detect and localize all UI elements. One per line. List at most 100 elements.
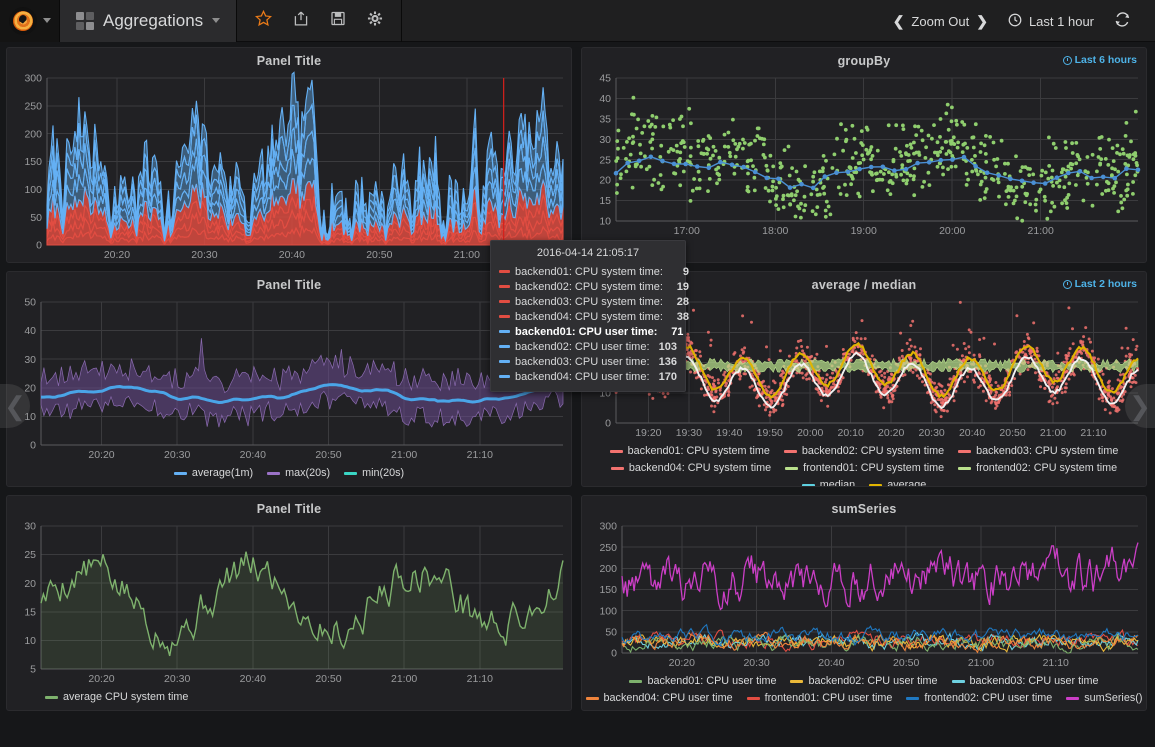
- svg-text:21:00: 21:00: [1040, 427, 1066, 439]
- chevron-right-icon[interactable]: ❯: [976, 13, 988, 30]
- time-controls: ❮ Zoom Out ❯ Last 1 hour: [883, 0, 1145, 42]
- legend-item[interactable]: frontend01: CPU system time: [785, 461, 944, 475]
- panel-groupby[interactable]: groupBy Last 6 hours 101520253035404517:…: [581, 47, 1147, 263]
- caret-down-icon[interactable]: [212, 18, 220, 23]
- dashboard-picker[interactable]: Aggregations: [60, 0, 237, 42]
- legend-label: frontend01: CPU system time: [803, 461, 944, 475]
- svg-text:19:20: 19:20: [635, 427, 661, 439]
- panel-legend[interactable]: average(1m) max(20s) min(20s): [7, 462, 571, 485]
- legend-item[interactable]: backend03: CPU system time: [958, 444, 1118, 458]
- svg-text:0: 0: [36, 240, 42, 252]
- legend-color-swatch: [629, 680, 642, 683]
- panel-average-cpu[interactable]: Panel Title 5101520253020:2020:3020:4020…: [6, 495, 572, 711]
- share-icon[interactable]: [293, 10, 309, 31]
- legend-item[interactable]: backend03: CPU user time: [952, 674, 1099, 688]
- svg-text:50: 50: [605, 626, 617, 638]
- time-range-picker[interactable]: Last 1 hour: [998, 13, 1104, 30]
- graph-tooltip: 2016-04-14 21:05:17 backend01: CPU syste…: [490, 240, 686, 392]
- panel-minmax[interactable]: Panel Title 0102030405020:2020:3020:4020…: [6, 271, 572, 487]
- panel-plot[interactable]: 05010015020025030020:2020:3020:4020:5021…: [582, 518, 1146, 670]
- dashboard-row-1: Panel Title 05010015020025030020:2020:30…: [6, 47, 1149, 263]
- legend-item[interactable]: average CPU system time: [45, 690, 188, 704]
- tooltip-row: backend04: CPU system time:38: [499, 309, 677, 324]
- next-dashboard-arrow[interactable]: ❯: [1125, 384, 1155, 428]
- chevron-left-icon[interactable]: ❮: [893, 13, 905, 30]
- legend-color-swatch: [958, 467, 971, 470]
- refresh-icon[interactable]: [1104, 12, 1145, 30]
- legend-color-swatch: [747, 697, 760, 700]
- legend-item[interactable]: median: [802, 478, 855, 487]
- legend-item[interactable]: frontend01: CPU user time: [747, 691, 893, 705]
- svg-text:17:00: 17:00: [674, 225, 700, 237]
- svg-text:20:20: 20:20: [878, 427, 904, 439]
- clock-icon: [1063, 56, 1072, 65]
- legend-label: backend04: CPU system time: [629, 461, 771, 475]
- dashboard-grid-icon: [76, 12, 94, 30]
- svg-text:100: 100: [599, 605, 617, 617]
- svg-text:20: 20: [599, 175, 611, 187]
- time-range-label: Last 1 hour: [1029, 14, 1094, 29]
- panel-time-override[interactable]: Last 6 hours: [1063, 54, 1137, 66]
- panel-plot[interactable]: 05010015020025030020:2020:3020:4020:5021…: [7, 70, 571, 262]
- panel-title: groupBy: [582, 48, 1146, 70]
- series-value: 136: [651, 356, 677, 368]
- grafana-home-button[interactable]: [0, 0, 60, 42]
- save-icon[interactable]: [330, 10, 346, 31]
- legend-item[interactable]: max(20s): [267, 466, 330, 480]
- legend-item[interactable]: backend01: CPU system time: [610, 444, 770, 458]
- prev-dashboard-arrow[interactable]: ❮: [0, 384, 30, 428]
- legend-item[interactable]: sumSeries(): [1066, 691, 1142, 705]
- legend-item[interactable]: backend04: CPU user time: [586, 691, 733, 705]
- svg-text:5: 5: [30, 664, 36, 676]
- svg-text:20:00: 20:00: [797, 427, 823, 439]
- tooltip-series-list: backend01: CPU system time:9backend02: C…: [499, 264, 677, 384]
- legend-item[interactable]: backend04: CPU system time: [611, 461, 771, 475]
- svg-text:19:00: 19:00: [851, 225, 877, 237]
- legend-item[interactable]: average: [869, 478, 926, 487]
- legend-color-swatch: [802, 484, 815, 487]
- panel-sumseries[interactable]: sumSeries 05010015020025030020:2020:3020…: [581, 495, 1147, 711]
- legend-color-swatch: [1066, 697, 1079, 700]
- svg-text:35: 35: [599, 113, 611, 125]
- legend-label: backend01: CPU system time: [628, 444, 770, 458]
- caret-down-icon[interactable]: [43, 18, 51, 23]
- panel-legend[interactable]: backend01: CPU user time backend02: CPU u…: [582, 670, 1146, 710]
- legend-item[interactable]: backend02: CPU user time: [790, 674, 937, 688]
- svg-text:0: 0: [611, 648, 617, 660]
- panel-time-override[interactable]: Last 2 hours: [1063, 278, 1137, 290]
- svg-text:100: 100: [24, 184, 42, 196]
- svg-text:0: 0: [30, 440, 36, 452]
- panel-legend[interactable]: average CPU system time: [7, 686, 571, 709]
- clock-icon: [1008, 13, 1022, 30]
- star-icon[interactable]: [255, 10, 272, 31]
- svg-text:200: 200: [599, 563, 617, 575]
- panel-title: sumSeries: [582, 496, 1146, 518]
- tooltip-row: backend02: CPU system time:19: [499, 279, 677, 294]
- panel-legend[interactable]: backend01: CPU system time backend02: CPU…: [582, 440, 1146, 487]
- svg-text:40: 40: [599, 93, 611, 105]
- panel-stacked-cpu[interactable]: Panel Title 05010015020025030020:2020:30…: [6, 47, 572, 263]
- svg-text:20:40: 20:40: [279, 249, 305, 261]
- svg-text:20:40: 20:40: [240, 449, 266, 461]
- legend-item[interactable]: frontend02: CPU user time: [906, 691, 1052, 705]
- panel-plot[interactable]: 101520253035404517:0018:0019:0020:0021:0…: [582, 70, 1146, 238]
- panel-plot[interactable]: 5101520253020:2020:3020:4020:5021:0021:1…: [7, 518, 571, 686]
- svg-text:21:10: 21:10: [467, 673, 493, 685]
- legend-item[interactable]: frontend02: CPU system time: [958, 461, 1117, 475]
- svg-text:250: 250: [599, 542, 617, 554]
- svg-text:30: 30: [24, 521, 36, 533]
- zoom-out-control[interactable]: ❮ Zoom Out ❯: [883, 13, 998, 30]
- legend-item[interactable]: min(20s): [344, 466, 404, 480]
- panel-plot[interactable]: 0102030405020:2020:3020:4020:5021:0021:1…: [7, 294, 571, 462]
- svg-text:20:20: 20:20: [88, 449, 114, 461]
- svg-text:21:10: 21:10: [1043, 657, 1069, 669]
- legend-item[interactable]: average(1m): [174, 466, 253, 480]
- series-value: 71: [657, 326, 683, 338]
- legend-item[interactable]: backend01: CPU user time: [629, 674, 776, 688]
- settings-gear-icon[interactable]: [367, 10, 383, 31]
- series-color-swatch: [499, 345, 510, 348]
- dashboard-title: Aggregations: [103, 11, 203, 31]
- svg-text:20:50: 20:50: [315, 673, 341, 685]
- legend-item[interactable]: backend02: CPU system time: [784, 444, 944, 458]
- legend-label: max(20s): [285, 466, 330, 480]
